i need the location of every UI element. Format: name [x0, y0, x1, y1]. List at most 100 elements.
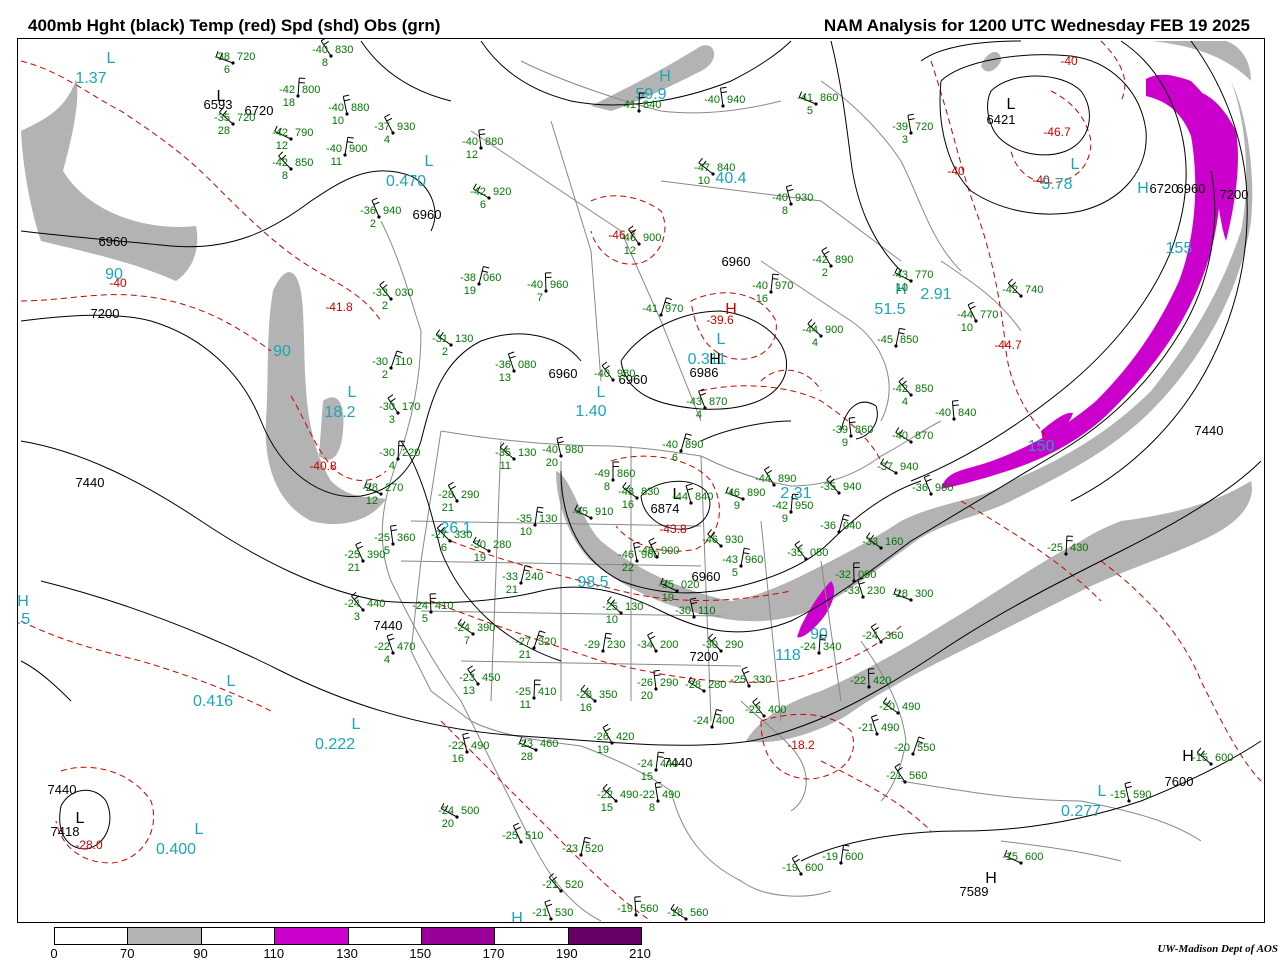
temp-contour-label: -43.8	[659, 522, 687, 536]
colorbar-tick-label: 0	[50, 946, 58, 961]
station-plot: -36 080 13	[495, 351, 536, 384]
obs-temperature: -15	[1192, 752, 1208, 764]
obs-height: 970	[775, 280, 793, 292]
map-panel: 6960 7200 7440 6960 6960 6986 6960 6960 6874 6960…	[17, 38, 1265, 923]
wind-barb	[907, 113, 915, 134]
station-plot: -42 790 12	[272, 125, 313, 152]
station-plot: -22 490 16	[448, 732, 489, 765]
colorbar-tick-label: 110	[263, 946, 285, 961]
obs-height: 400	[768, 704, 786, 716]
obs-dewpoint-depression: 16	[622, 499, 634, 511]
obs-temperature: -23	[562, 843, 578, 855]
map-title: 400mb Hght (black) Temp (red) Spd (shd) …	[28, 16, 441, 35]
high-marker: H	[709, 351, 721, 368]
obs-height: 050	[810, 547, 828, 559]
low-marker: L	[348, 384, 357, 401]
wind-speed-label: 0.470	[386, 173, 426, 190]
obs-temperature: -49	[594, 468, 610, 480]
obs-temperature: -25	[374, 532, 390, 544]
obs-temperature: -22	[639, 789, 655, 801]
obs-height: 440	[660, 758, 678, 770]
obs-height: 200	[660, 639, 678, 651]
obs-dewpoint-depression: 6	[441, 542, 447, 554]
obs-height: 290	[725, 639, 743, 651]
obs-height: 460	[540, 738, 558, 750]
temp-contour-label: -41.8	[325, 300, 353, 314]
temp-contour-label: -44.7	[994, 338, 1022, 352]
obs-temperature: -28	[362, 482, 378, 494]
obs-height: 980	[565, 444, 583, 456]
obs-temperature: -23	[459, 672, 475, 684]
obs-temperature: -35	[495, 447, 511, 459]
obs-height: 860	[617, 468, 635, 480]
obs-height: 280	[493, 539, 511, 551]
obs-temperature: -40	[527, 279, 543, 291]
obs-temperature: -35	[820, 481, 836, 493]
obs-temperature: -24	[862, 630, 878, 642]
obs-height: 740	[1025, 284, 1043, 296]
obs-height: 880	[351, 102, 369, 114]
obs-height: 110	[395, 356, 413, 368]
wind-speed-label: 0.222	[315, 736, 355, 753]
obs-temperature: -34	[637, 639, 653, 651]
obs-height: 930	[725, 534, 743, 546]
station-plot: -29 230	[584, 632, 625, 653]
station-plot: -24 410 5	[412, 593, 453, 625]
obs-temperature: -40	[312, 44, 328, 56]
obs-dewpoint-depression: 4	[384, 134, 390, 146]
colorbar-segment	[128, 928, 202, 944]
station-plot: -24 400	[693, 709, 734, 729]
station-plot: -46 890 9	[724, 486, 765, 512]
obs-height: 130	[539, 513, 557, 525]
obs-temperature: -22	[448, 740, 464, 752]
station-plot: -19 600	[822, 844, 863, 865]
obs-temperature: -44	[755, 473, 771, 485]
station-plot: -35 720 28	[214, 107, 255, 137]
obs-height: 940	[383, 205, 401, 217]
obs-temperature: -24	[412, 600, 428, 612]
station-plot: -37 940	[877, 458, 918, 475]
obs-dewpoint-depression: 3	[354, 611, 360, 623]
obs-height: 390	[477, 622, 495, 634]
obs-height: 720	[915, 121, 933, 133]
obs-temperature: -40	[662, 439, 678, 451]
obs-height: 840	[717, 162, 735, 174]
obs-height: 830	[641, 486, 659, 498]
obs-height: 130	[518, 447, 536, 459]
station-plot: -22 470 4	[374, 633, 415, 666]
obs-height: 160	[885, 536, 903, 548]
obs-temperature: -24	[693, 715, 709, 727]
obs-height: 420	[873, 675, 891, 687]
low-marker: L	[195, 821, 204, 838]
obs-height: 860	[855, 424, 873, 436]
colorbar-segment	[275, 928, 349, 944]
obs-height: 450	[482, 672, 500, 684]
obs-height: 600	[1025, 851, 1043, 863]
obs-temperature: -25	[502, 830, 518, 842]
station-plot: -25 390 21	[344, 541, 385, 574]
obs-temperature: -28	[438, 489, 454, 501]
obs-height: 950	[935, 482, 953, 494]
station-plot: -40 880 12	[462, 128, 503, 161]
colorbar-tick-label: 170	[482, 946, 505, 961]
station-plot: -43 870 4	[686, 388, 727, 421]
obs-height: 940	[900, 461, 918, 473]
station-plot: -22 400	[745, 697, 786, 718]
low-marker: L	[1071, 156, 1080, 173]
obs-temperature: -18	[667, 907, 683, 919]
wind-speed-label: 150	[1028, 438, 1055, 455]
obs-temperature: -37	[877, 461, 893, 473]
obs-dewpoint-depression: 8	[782, 205, 788, 217]
station-plot: -15 600	[1192, 747, 1233, 766]
obs-height: 560	[640, 903, 658, 915]
station-plot: -40 830 8	[312, 39, 353, 69]
obs-temperature: -27	[515, 636, 531, 648]
obs-temperature: -36	[360, 205, 376, 217]
obs-dewpoint-depression: 6	[480, 199, 486, 211]
wind-speed-label: 90	[273, 343, 291, 360]
obs-temperature: -21	[532, 907, 548, 919]
obs-temperature: -40	[704, 94, 720, 106]
obs-height: 960	[745, 554, 763, 566]
station-plot: -22 490 8	[639, 781, 680, 814]
obs-height: 890	[778, 473, 796, 485]
